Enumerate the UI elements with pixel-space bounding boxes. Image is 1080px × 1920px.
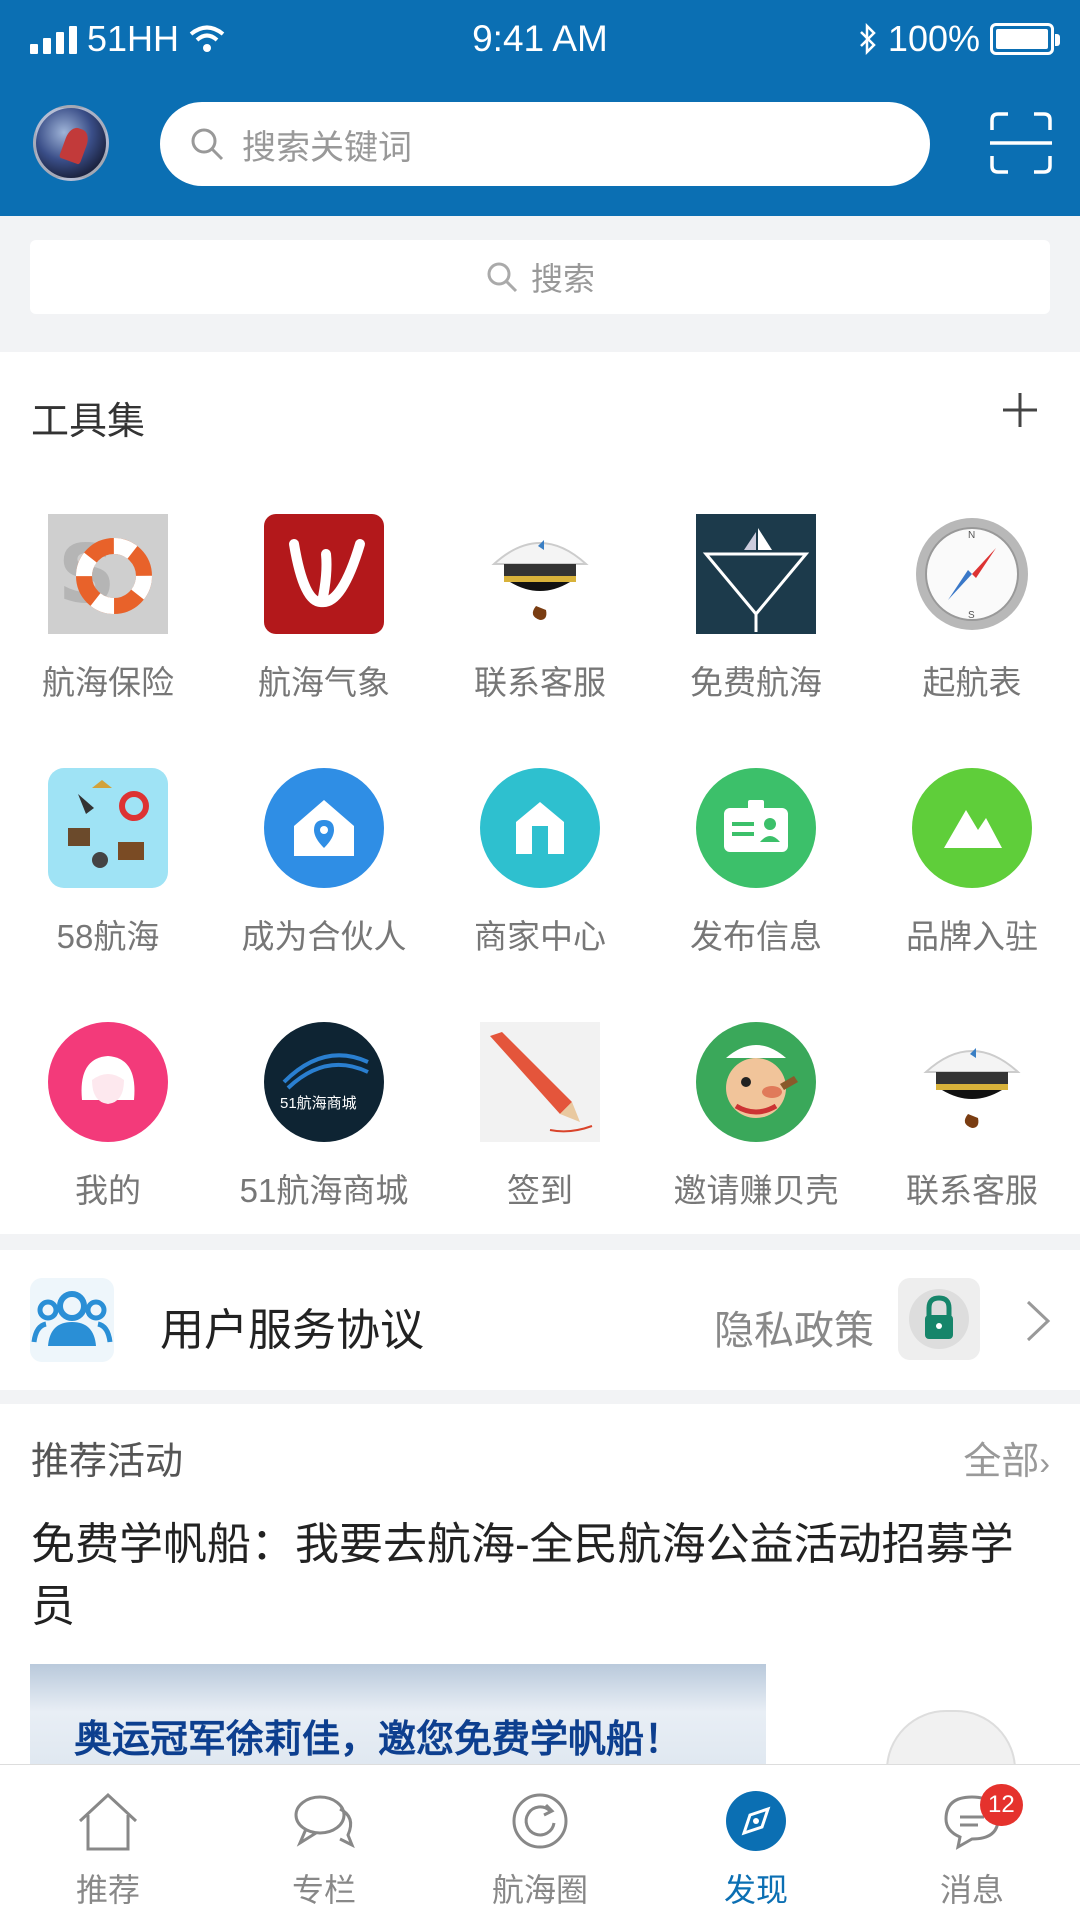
tool-item-checkin[interactable]: 签到 — [432, 1022, 648, 1242]
tool-item-free-sailing[interactable]: 免费航海 — [648, 514, 864, 734]
bottom-tab-bar: 推荐 专栏 航海圈 发现 消息 — [0, 1764, 1080, 1920]
banner-text: 奥运冠军徐莉佳，邀您免费学帆船！ — [74, 1719, 683, 1761]
message-count-badge: 12 — [980, 1784, 1023, 1826]
pirate-items-icon — [48, 768, 168, 888]
secondary-search-bar[interactable]: 搜索 — [30, 240, 1050, 314]
app-screen: 51HH 9:41 AM 100% 搜索关键词 搜索 工具集 S 航海保险 航海… — [0, 0, 1080, 1920]
tab-sailing-circle[interactable]: 航海圈 — [432, 1765, 648, 1920]
tool-item-departure-table[interactable]: NS 起航表 — [864, 514, 1080, 734]
house-pin-icon — [264, 768, 384, 888]
tool-item-service-2[interactable]: 联系客服 — [864, 1022, 1080, 1242]
tab-column[interactable]: 专栏 — [216, 1765, 432, 1920]
mall-logo-text: 51航海商城 — [280, 1095, 357, 1112]
pencil-icon — [480, 1022, 600, 1142]
tool-label: 免费航海 — [690, 664, 822, 701]
chevron-right-icon[interactable] — [1024, 1298, 1054, 1344]
tool-label: 商家中心 — [474, 918, 606, 955]
recommend-title: 推荐活动 — [31, 1441, 184, 1483]
tab-label: 推荐 — [75, 1872, 140, 1908]
tool-item-service[interactable]: 联系客服 — [432, 514, 648, 734]
tool-label: 联系客服 — [906, 1172, 1038, 1209]
tool-label: 58航海 — [56, 918, 160, 955]
tab-label: 航海圈 — [491, 1872, 588, 1908]
tool-label: 签到 — [507, 1172, 573, 1209]
activity-banner[interactable]: 奥运冠军徐莉佳，邀您免费学帆船！ — [30, 1664, 1050, 1764]
tab-label: 发现 — [723, 1872, 788, 1908]
tab-label: 专栏 — [291, 1872, 356, 1908]
scan-icon[interactable] — [988, 110, 1054, 176]
bluetooth-icon — [860, 23, 876, 55]
tool-label: 联系客服 — [474, 664, 606, 701]
tool-item-merchant-center[interactable]: 商家中心 — [432, 768, 648, 988]
battery-percent: 100% — [887, 18, 980, 59]
tool-item-become-partner[interactable]: 成为合伙人 — [216, 768, 432, 988]
view-all-link[interactable]: 全部› — [963, 1430, 1050, 1485]
tool-label: 邀请赚贝壳 — [673, 1172, 839, 1209]
banner-photo — [766, 1664, 1050, 1764]
activity-headline[interactable]: 免费学帆船：我要去航海-全民航海公益活动招募学员 — [31, 1514, 1051, 1638]
tool-item-mall[interactable]: 51航海商城 51航海商城 — [216, 1022, 432, 1242]
refresh-circle-icon — [512, 1793, 568, 1849]
view-all-label: 全部 — [963, 1441, 1040, 1483]
home-icon — [78, 1792, 138, 1851]
status-bar: 51HH 9:41 AM 100% — [0, 0, 1080, 80]
agreement-row[interactable]: 用户服务协议 隐私政策 — [0, 1250, 1080, 1390]
user-face-icon — [48, 1022, 168, 1142]
search-icon — [191, 128, 224, 161]
tool-label: 航海保险 — [42, 664, 174, 701]
recommend-section: 推荐活动 全部› 免费学帆船：我要去航海-全民航海公益活动招募学员 奥运冠军徐莉… — [0, 1404, 1080, 1764]
tool-label: 我的 — [75, 1172, 141, 1209]
add-icon[interactable] — [1000, 390, 1040, 430]
shop-icon — [480, 768, 600, 888]
tools-panel: 工具集 S 航海保险 航海气象 联系客服 免费航海 N S 起航表 58航海 成… — [0, 352, 1080, 1234]
tool-item-brand-entry[interactable]: 品牌入驻 — [864, 768, 1080, 988]
lifebuoy-icon: S — [48, 514, 168, 634]
sailboat-icon — [696, 514, 816, 634]
tool-item-insurance[interactable]: S 航海保险 — [0, 514, 216, 734]
tab-label: 消息 — [939, 1872, 1004, 1908]
battery-icon — [990, 23, 1060, 55]
captain-hat-icon — [912, 1022, 1032, 1142]
tool-item-58sailing[interactable]: 58航海 — [0, 768, 216, 988]
tool-label: 航海气象 — [258, 664, 390, 701]
captain-hat-icon — [480, 514, 600, 634]
tab-discover[interactable]: 发现 — [648, 1765, 864, 1920]
lock-icon — [898, 1278, 980, 1360]
tool-label: 发布信息 — [690, 918, 822, 955]
search-input[interactable]: 搜索关键词 — [160, 102, 930, 186]
mountain-icon — [912, 768, 1032, 888]
privacy-policy-link[interactable]: 隐私政策 — [714, 1298, 874, 1356]
id-card-icon — [696, 768, 816, 888]
tool-label: 品牌入驻 — [906, 918, 1038, 955]
user-agreement-link[interactable]: 用户服务协议 — [160, 1294, 424, 1358]
mall-logo-icon: 51航海商城 — [264, 1022, 384, 1142]
avatar[interactable] — [33, 105, 109, 181]
tool-item-mine[interactable]: 我的 — [0, 1022, 216, 1242]
tool-item-invite[interactable]: 邀请赚贝壳 — [648, 1022, 864, 1242]
tool-item-publish-info[interactable]: 发布信息 — [648, 768, 864, 988]
compass-icon — [726, 1791, 786, 1851]
tab-recommend[interactable]: 推荐 — [0, 1765, 216, 1920]
chevron-right-icon: › — [1039, 1445, 1050, 1481]
chat-icon — [294, 1795, 355, 1849]
secondary-search-placeholder: 搜索 — [530, 261, 595, 297]
weather-logo-icon — [264, 514, 384, 634]
search-icon — [487, 262, 518, 293]
tab-messages[interactable]: 消息 — [864, 1765, 1080, 1920]
popeye-icon — [696, 1022, 816, 1142]
tool-item-weather[interactable]: 航海气象 — [216, 514, 432, 734]
tool-label: 51航海商城 — [239, 1172, 409, 1209]
tool-label: 起航表 — [922, 664, 1022, 701]
search-placeholder: 搜索关键词 — [242, 128, 412, 167]
tool-label: 成为合伙人 — [241, 918, 407, 955]
tools-title: 工具集 — [31, 401, 146, 443]
users-icon — [30, 1278, 114, 1362]
compass-icon: NS — [912, 514, 1032, 634]
top-bar: 51HH 9:41 AM 100% 搜索关键词 — [0, 0, 1080, 216]
svg-text:N: N — [968, 530, 975, 541]
svg-text:S: S — [968, 610, 975, 621]
